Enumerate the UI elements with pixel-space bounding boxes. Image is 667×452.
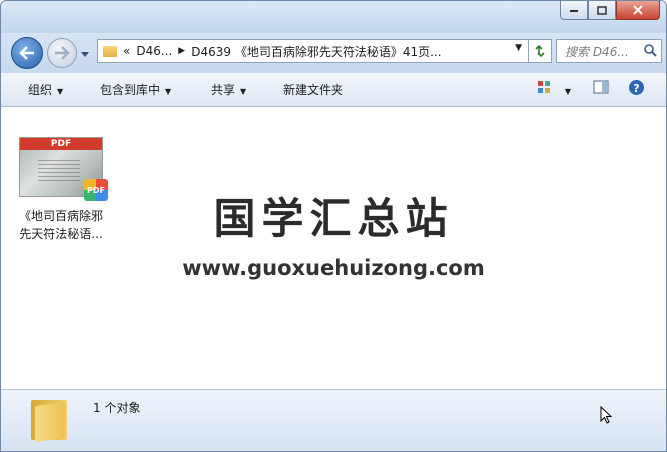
file-list-pane[interactable]: PDF PDF 《地司百病除邪 先天符法秘语... 国学汇总站 www.guox…: [1, 107, 666, 389]
maximize-button[interactable]: [588, 1, 616, 20]
folder-front-shape: [35, 401, 65, 443]
view-grid-icon: [538, 81, 550, 93]
watermark: 国学汇总站 www.guoxuehuizong.com: [1, 185, 666, 280]
back-arrow-icon: [19, 46, 34, 60]
include-in-library-menu[interactable]: 包含到库中 ▼: [100, 81, 171, 98]
preview-pane-button[interactable]: [593, 80, 609, 97]
search-icon[interactable]: [643, 43, 657, 57]
preview-pane-icon: [593, 80, 609, 94]
refresh-button[interactable]: [528, 39, 552, 63]
back-button[interactable]: [11, 37, 43, 69]
navigation-bar: « D46... ▶ D4639 《地司百病除邪先天符法秘语》41页... ▼ …: [1, 33, 666, 73]
minimize-icon: [570, 10, 578, 12]
breadcrumb-current[interactable]: D4639 《地司百病除邪先天符法秘语》41页...: [191, 43, 441, 60]
command-bar: 组织 ▼ 包含到库中 ▼ 共享 ▼ 新建文件夹 ▼ ?: [1, 73, 666, 107]
recent-pages-dropdown[interactable]: [81, 47, 89, 61]
watermark-title: 国学汇总站: [213, 194, 454, 243]
breadcrumb-parent[interactable]: D46...: [136, 44, 172, 58]
chevron-down-icon: ▼: [57, 87, 64, 96]
svg-text:?: ?: [633, 82, 639, 95]
folder-icon: [103, 45, 117, 57]
organize-label: 组织: [28, 83, 53, 97]
chevron-down-icon: ▼: [165, 87, 172, 96]
address-bar[interactable]: « D46... ▶ D4639 《地司百病除邪先天符法秘语》41页... ▼: [97, 39, 529, 63]
mouse-cursor-icon: [600, 406, 612, 424]
share-menu[interactable]: 共享 ▼: [211, 81, 246, 98]
item-count: 1 个对象: [93, 401, 141, 415]
folder-icon: [31, 396, 67, 443]
breadcrumb-overflow[interactable]: «: [123, 44, 130, 58]
chevron-down-icon: ▼: [564, 87, 571, 96]
organize-menu[interactable]: 组织 ▼: [28, 81, 63, 98]
search-box[interactable]: 搜索 D46...: [556, 39, 662, 63]
title-bar[interactable]: [1, 1, 666, 33]
chevron-down-icon: ▼: [240, 87, 247, 96]
document-lines: [38, 160, 80, 184]
refresh-icon: [535, 44, 545, 58]
close-button[interactable]: [616, 1, 660, 20]
forward-button[interactable]: [47, 38, 77, 68]
share-label: 共享: [211, 83, 236, 97]
chevron-down-icon: [81, 52, 89, 57]
maximize-icon: [597, 5, 607, 15]
new-folder-label: 新建文件夹: [283, 83, 344, 97]
forward-arrow-icon: [55, 46, 70, 60]
breadcrumb-separator-icon[interactable]: ▶: [178, 46, 185, 56]
help-button[interactable]: ?: [628, 79, 645, 99]
window-controls: [560, 1, 660, 20]
include-library-label: 包含到库中: [100, 83, 161, 97]
close-icon: [633, 5, 643, 15]
search-placeholder[interactable]: 搜索 D46...: [565, 43, 629, 60]
help-icon: ?: [629, 80, 644, 95]
pdf-thumbnail-label: PDF: [50, 139, 72, 149]
view-options-button[interactable]: ▼: [537, 80, 571, 97]
address-dropdown-icon[interactable]: ▼: [515, 43, 522, 53]
new-folder-button[interactable]: 新建文件夹: [283, 81, 343, 98]
minimize-button[interactable]: [560, 1, 588, 20]
watermark-url: www.guoxuehuizong.com: [182, 256, 485, 280]
details-pane: 1 个对象: [1, 389, 666, 451]
explorer-window: « D46... ▶ D4639 《地司百病除邪先天符法秘语》41页... ▼ …: [0, 0, 667, 452]
